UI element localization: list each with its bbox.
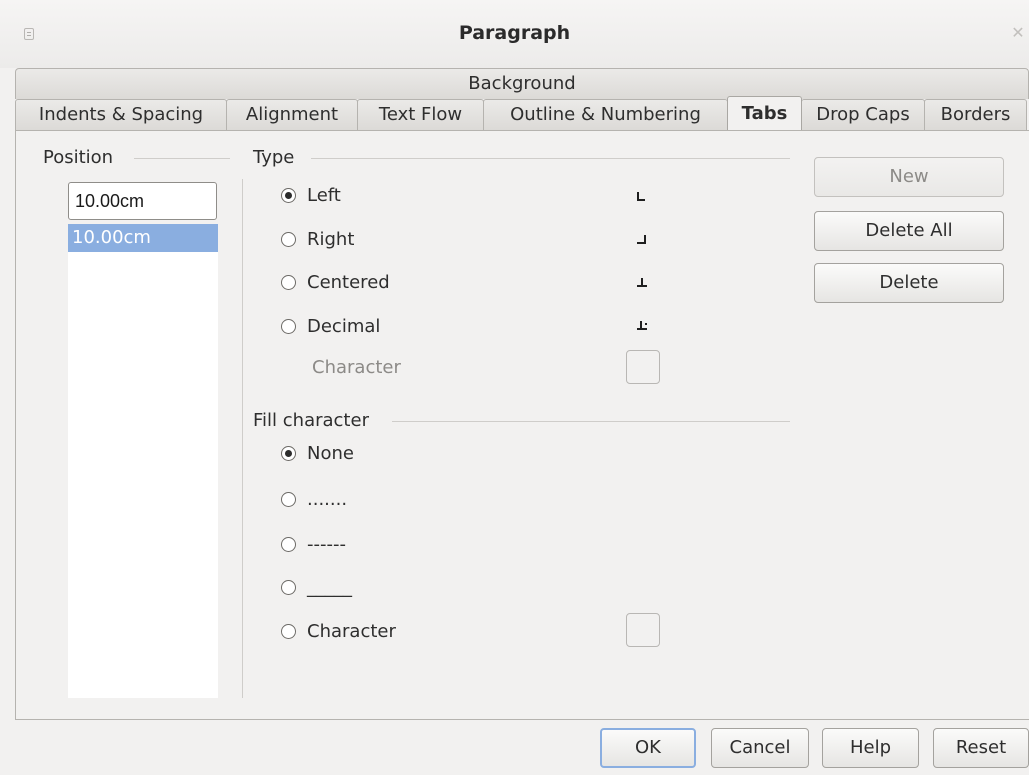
type-label: Type <box>253 147 295 168</box>
tab-left-icon <box>637 192 649 204</box>
fill-character-input[interactable] <box>626 613 660 647</box>
radio-dot[interactable] <box>281 187 296 203</box>
fill-character-radio[interactable]: Character <box>281 619 396 643</box>
title-bar: Paragraph ✕ <box>0 0 1029 68</box>
fill-dashes-label: ------ <box>307 533 346 555</box>
radio-dot[interactable] <box>281 536 296 552</box>
radio-dot[interactable] <box>281 318 296 334</box>
ok-button[interactable]: OK <box>600 728 696 768</box>
reset-button[interactable]: Reset <box>933 728 1029 768</box>
type-left-radio[interactable]: Left <box>281 183 341 207</box>
separator-line <box>242 179 243 698</box>
radio-dot[interactable] <box>281 579 296 595</box>
fill-character-option-label: Character <box>307 620 396 642</box>
position-list-item[interactable]: 10.00cm <box>68 224 218 252</box>
type-frame-line <box>311 158 790 159</box>
type-right-label: Right <box>307 228 355 250</box>
type-right-radio[interactable]: Right <box>281 227 354 251</box>
type-centered-label: Centered <box>307 271 390 293</box>
type-centered-radio[interactable]: Centered <box>281 270 390 294</box>
fill-character-label: Fill character <box>253 410 369 431</box>
fill-dashes-radio[interactable]: ------ <box>281 532 346 556</box>
close-icon[interactable]: ✕ <box>1009 24 1027 42</box>
type-character-input <box>626 350 660 384</box>
fill-none-label: None <box>307 442 354 464</box>
cancel-button[interactable]: Cancel <box>711 728 809 768</box>
tab-tabs[interactable]: Tabs <box>727 96 802 130</box>
help-button[interactable]: Help <box>822 728 919 768</box>
tab-background[interactable]: Background <box>15 68 1029 99</box>
fill-underscore-radio[interactable]: _____ <box>281 575 352 599</box>
tab-center-icon <box>637 278 649 290</box>
tab-right-icon <box>637 235 649 247</box>
tab-drop-caps[interactable]: Drop Caps <box>801 99 925 130</box>
type-decimal-radio[interactable]: Decimal <box>281 314 380 338</box>
fill-none-radio[interactable]: None <box>281 441 354 465</box>
radio-dot[interactable] <box>281 445 296 461</box>
delete-all-button[interactable]: Delete All <box>814 211 1004 251</box>
tab-indents-spacing[interactable]: Indents & Spacing <box>15 99 227 130</box>
fill-dots-radio[interactable]: ....... <box>281 487 347 511</box>
tab-bar: Background Indents & Spacing Alignment T… <box>15 68 1029 130</box>
tab-alignment[interactable]: Alignment <box>226 99 358 130</box>
radio-dot[interactable] <box>281 623 296 639</box>
tab-decimal-icon <box>637 321 649 333</box>
position-label: Position <box>43 147 114 168</box>
window-title: Paragraph <box>458 22 571 44</box>
position-frame-line <box>134 158 230 159</box>
fill-frame-line <box>392 421 790 422</box>
type-left-label: Left <box>307 184 341 206</box>
fill-underscore-label: _____ <box>307 576 352 598</box>
tabs-panel: Position 10.00cm Type Left Right Centere… <box>15 130 1029 720</box>
radio-dot[interactable] <box>281 274 296 290</box>
type-decimal-label: Decimal <box>307 315 381 337</box>
tab-text-flow[interactable]: Text Flow <box>357 99 484 130</box>
position-list[interactable]: 10.00cm <box>68 224 218 698</box>
type-character-label: Character <box>312 357 401 378</box>
position-input[interactable] <box>68 182 217 220</box>
tab-outline-numbering[interactable]: Outline & Numbering <box>483 99 728 130</box>
delete-button[interactable]: Delete <box>814 263 1004 303</box>
new-button[interactable]: New <box>814 157 1004 197</box>
radio-dot[interactable] <box>281 491 296 507</box>
tab-borders[interactable]: Borders <box>924 99 1027 130</box>
radio-dot[interactable] <box>281 231 296 247</box>
fill-dots-label: ....... <box>307 488 348 510</box>
